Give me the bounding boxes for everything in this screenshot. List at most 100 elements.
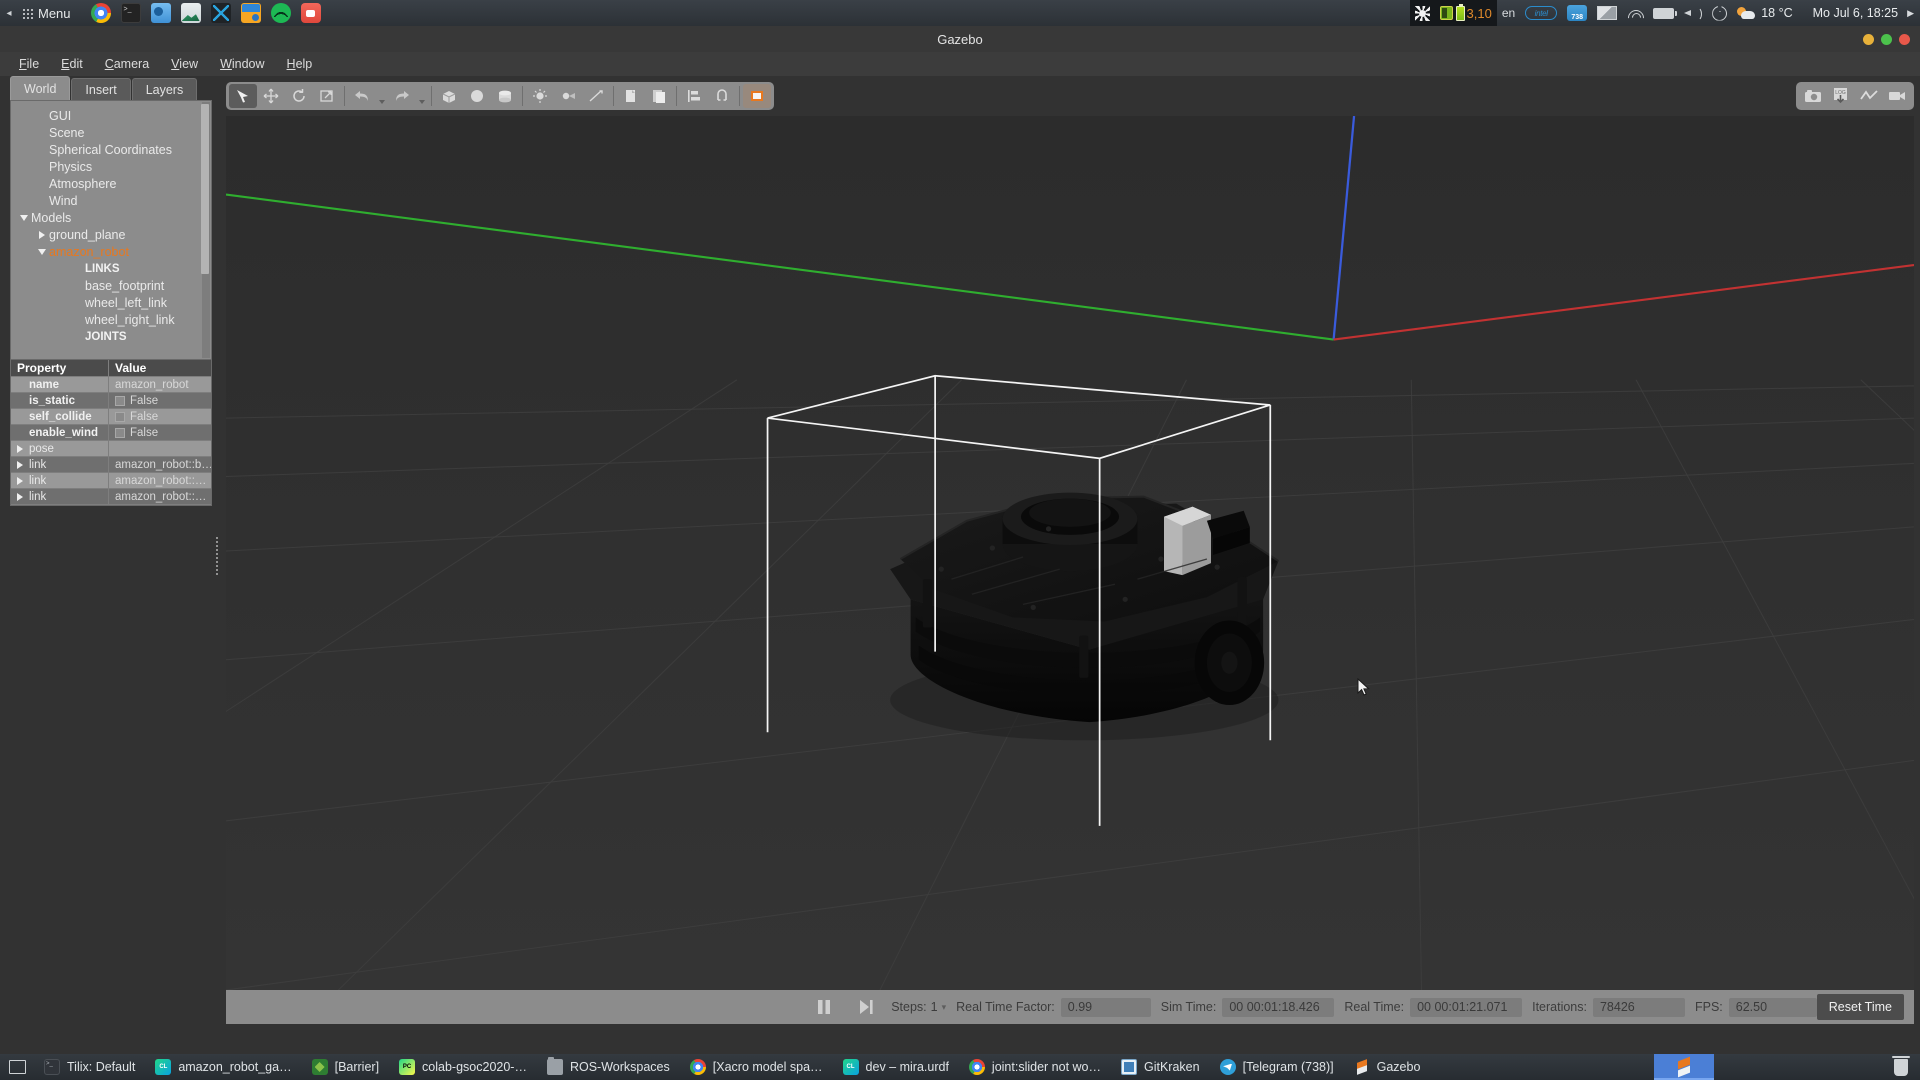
plot-icon[interactable] [1855,84,1883,108]
property-value[interactable]: False [109,395,211,407]
tab-insert[interactable]: Insert [71,78,130,100]
directional-light-icon[interactable] [582,84,610,108]
brightness-tray[interactable] [1410,0,1435,26]
redo-icon[interactable] [388,84,416,108]
property-value[interactable]: False [109,427,211,439]
gimp-icon[interactable] [181,3,201,23]
display-icon[interactable] [1592,0,1622,26]
show-desktop-icon[interactable] [0,1054,34,1080]
taskbar-item[interactable]: >_Tilix: Default [34,1054,145,1080]
change-view-icon[interactable] [743,84,771,108]
tree-item-models[interactable]: Models [11,209,211,226]
checkbox[interactable] [115,428,125,438]
files-icon[interactable] [151,3,171,23]
menu-window[interactable]: Window [209,55,275,73]
checkbox[interactable] [115,396,125,406]
rotate-icon[interactable] [285,84,313,108]
weather-widget[interactable]: 18 °C [1732,0,1801,26]
expand-arrow-icon[interactable] [11,473,29,488]
battery-tray-icon[interactable] [1648,0,1679,26]
scale-icon[interactable] [313,84,341,108]
keyboard-layout-indicator[interactable]: en [1497,0,1520,26]
tree-item-atmosphere[interactable]: Atmosphere [11,175,211,192]
tree-item-wheel-left-link[interactable]: wheel_left_link [11,294,211,311]
translate-icon[interactable] [257,84,285,108]
power-icon[interactable] [1707,0,1732,26]
property-row[interactable]: linkamazon_robot::b… [11,457,211,473]
tab-layers[interactable]: Layers [132,78,198,100]
undo-dropdown-caret-icon[interactable] [376,84,388,108]
collapse-arrow-icon[interactable] [17,215,31,221]
expand-arrow-icon[interactable] [11,457,29,472]
taskbar-item[interactable]: PCcolab-gsoc2020-… [389,1054,537,1080]
redo-dropdown-caret-icon[interactable] [416,84,428,108]
video-record-icon[interactable] [1883,84,1911,108]
taskbar-item[interactable]: [Xacro model spa… [680,1054,833,1080]
volume-icon[interactable] [1679,0,1707,26]
3d-viewport[interactable] [226,116,1914,990]
vscode-icon[interactable] [211,3,231,23]
steps-control[interactable]: Steps: 1 ▾ [891,1000,946,1014]
property-value[interactable]: amazon_robot::… [109,475,211,487]
snap-icon[interactable] [708,84,736,108]
telegram-tray-icon[interactable]: 738 [1562,0,1592,26]
property-value[interactable]: amazon_robot::… [109,491,211,503]
property-row[interactable]: self_collideFalse [11,409,211,425]
sphere-icon[interactable] [463,84,491,108]
taskbar-item[interactable]: [Barrier] [302,1054,389,1080]
menu-button[interactable]: Menu [36,6,79,21]
property-value[interactable]: amazon_robot::b… [109,459,211,471]
property-row[interactable]: linkamazon_robot::… [11,473,211,489]
wifi-icon[interactable] [1622,0,1648,26]
tree-item-scene[interactable]: Scene [11,124,211,141]
tree-item-base-footprint[interactable]: base_footprint [11,277,211,294]
app-grid-icon[interactable] [18,0,36,26]
menu-view[interactable]: View [160,55,209,73]
taskbar-item[interactable]: CLdev – mira.urdf [833,1054,959,1080]
tree-scrollbar-thumb[interactable] [201,104,209,274]
panel-resize-handle[interactable] [215,536,220,576]
taskbar-item[interactable]: [Telegram (738)] [1210,1054,1344,1080]
collapse-arrow-icon[interactable] [35,249,49,255]
clock[interactable]: Mo Jul 6, 18:25 [1802,0,1907,26]
tree-item-wind[interactable]: Wind [11,192,211,209]
expand-arrow-icon[interactable] [11,441,29,456]
reset-time-button[interactable]: Reset Time [1817,994,1904,1020]
cylinder-icon[interactable] [491,84,519,108]
panel-collapse-arrow-icon[interactable]: ◂ [0,0,18,26]
copy-icon[interactable] [617,84,645,108]
tree-item-physics[interactable]: Physics [11,158,211,175]
box-icon[interactable] [435,84,463,108]
taskbar-item[interactable]: CLamazon_robot_ga… [145,1054,301,1080]
align-icon[interactable] [680,84,708,108]
cpu-tray[interactable]: 3,10 [1435,0,1497,26]
chrome-icon[interactable] [91,3,111,23]
world-tree[interactable]: GUISceneSpherical CoordinatesPhysicsAtmo… [10,100,212,360]
property-value[interactable]: False [109,411,211,423]
property-value[interactable]: amazon_robot [109,379,211,391]
menu-help[interactable]: Help [276,55,324,73]
close-button[interactable] [1899,34,1910,45]
terminal-icon[interactable]: >_ [121,3,141,23]
paste-icon[interactable] [645,84,673,108]
tree-item-links[interactable]: LINKS [11,260,211,277]
tree-item-amazon-robot[interactable]: amazon_robot [11,243,211,260]
menu-camera[interactable]: Camera [94,55,160,73]
spotify-icon[interactable] [271,3,291,23]
property-row[interactable]: is_staticFalse [11,393,211,409]
spot-light-icon[interactable] [554,84,582,108]
property-row[interactable]: enable_windFalse [11,425,211,441]
menu-file[interactable]: File [8,55,50,73]
property-row[interactable]: nameamazon_robot [11,377,211,393]
select-arrow-icon[interactable] [229,84,257,108]
menu-edit[interactable]: Edit [50,55,94,73]
folder-app-icon[interactable] [241,3,261,23]
trash-icon[interactable] [1894,1059,1908,1076]
tab-world[interactable]: World [10,76,70,100]
tree-item-gui[interactable]: GUI [11,107,211,124]
maximize-button[interactable] [1881,34,1892,45]
point-light-icon[interactable] [526,84,554,108]
checkbox[interactable] [115,412,125,422]
property-row[interactable]: linkamazon_robot::… [11,489,211,505]
intel-graphics-icon[interactable]: intel [1520,0,1562,26]
